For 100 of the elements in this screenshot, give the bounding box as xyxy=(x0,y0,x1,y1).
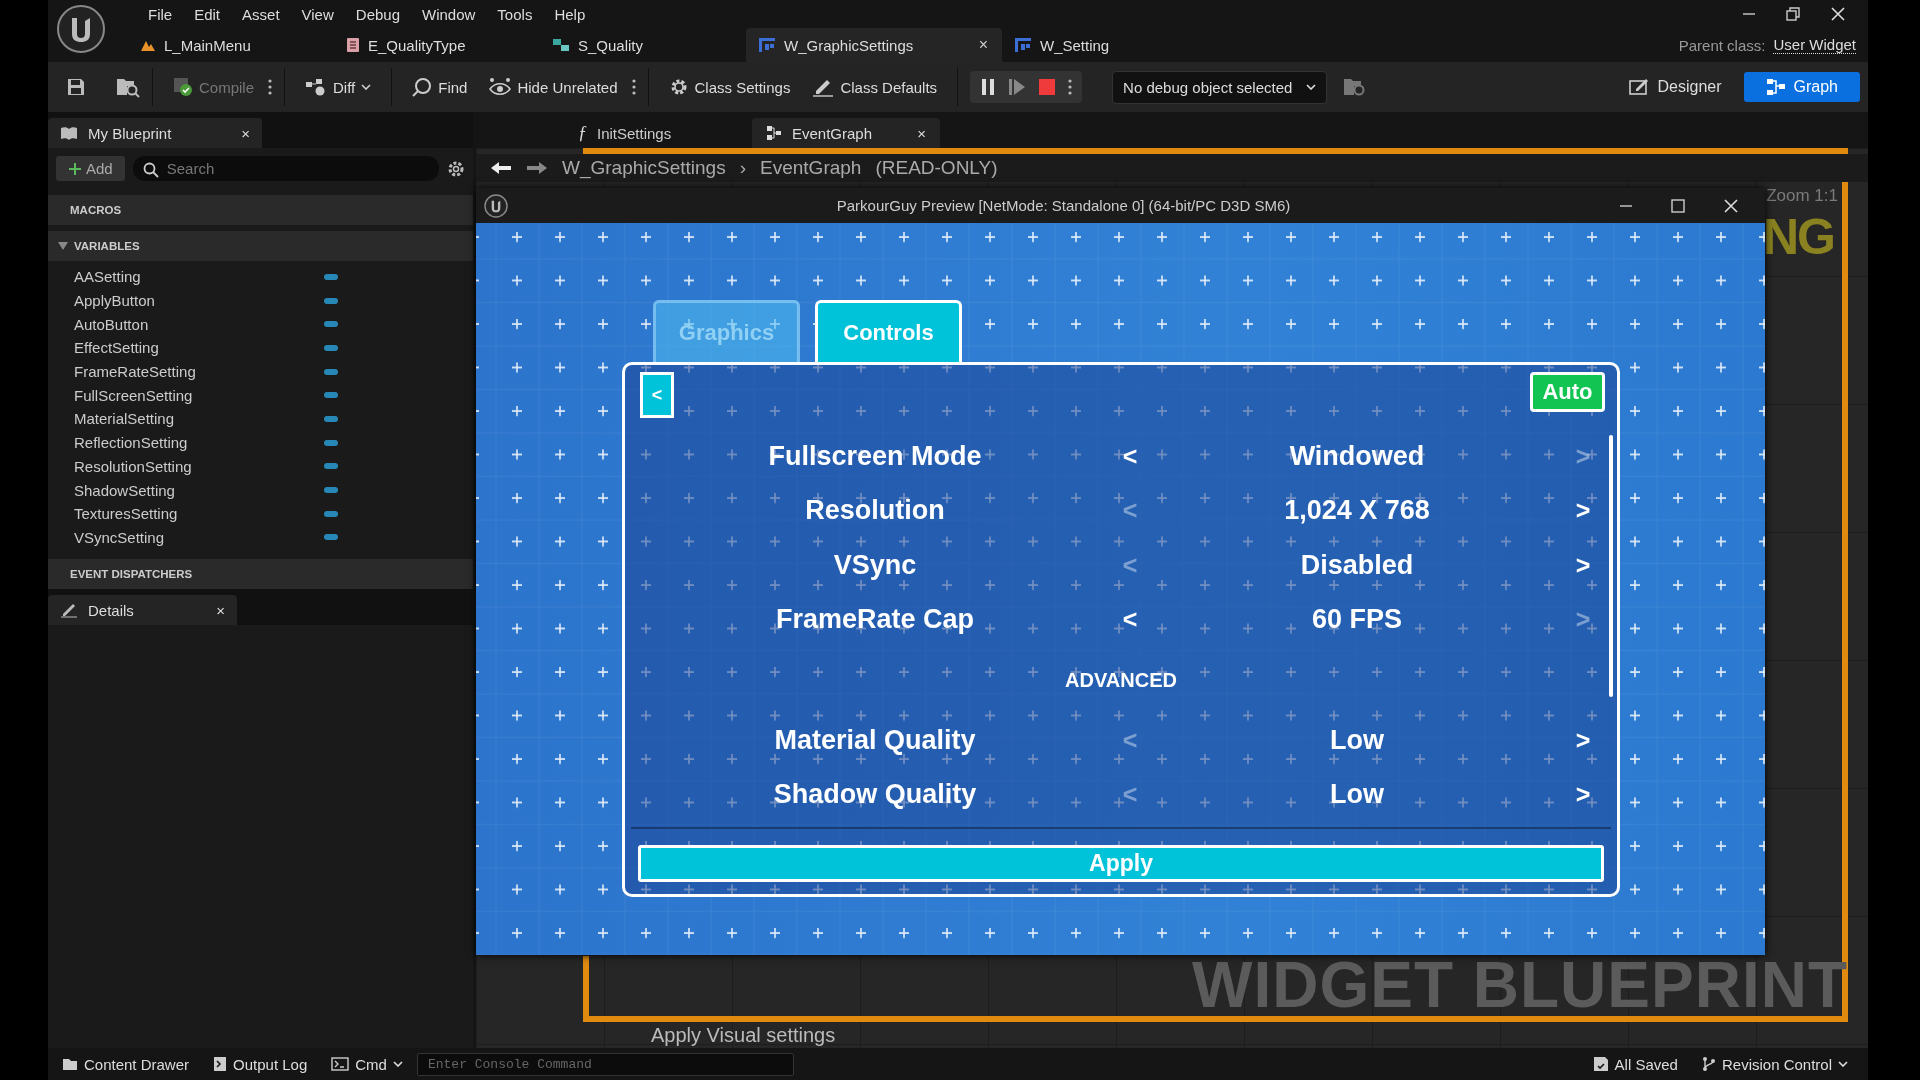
stop-icon[interactable] xyxy=(1038,78,1057,96)
zoom-label: Zoom 1:1 xyxy=(1766,186,1838,206)
parent-class-link[interactable]: User Widget xyxy=(1773,36,1856,54)
variable-item[interactable]: AASetting xyxy=(74,268,324,286)
variable-item[interactable]: AutoButton xyxy=(74,315,324,333)
variable-type-icon xyxy=(324,534,338,541)
graph-canvas[interactable] xyxy=(476,148,1868,1048)
menu-item[interactable]: File xyxy=(116,5,184,23)
variable-type-icon xyxy=(324,415,338,422)
read-only-label: (READ-ONLY) xyxy=(875,157,998,179)
class-defaults-button[interactable]: Class Defaults xyxy=(804,73,946,101)
variable-item[interactable]: ShadowSetting xyxy=(74,481,324,499)
save-status-button[interactable]: All Saved xyxy=(1582,1051,1688,1077)
variable-item[interactable]: MaterialSetting xyxy=(74,410,324,428)
setting-value: 60 FPS xyxy=(1310,604,1403,636)
document-tab[interactable]: W_GraphicSettings × xyxy=(746,28,1002,62)
revision-control-button[interactable]: Revision Control xyxy=(1691,1051,1858,1077)
menu-item[interactable]: View xyxy=(290,5,345,23)
graph-icon xyxy=(1765,78,1786,96)
terminal-icon xyxy=(331,1057,350,1071)
step-icon[interactable] xyxy=(1008,78,1027,96)
save-icon[interactable] xyxy=(66,77,86,97)
more-icon[interactable] xyxy=(631,79,636,95)
menu-item[interactable]: Debug xyxy=(344,5,411,23)
pause-icon[interactable] xyxy=(980,78,997,96)
setting-value: Disabled xyxy=(1299,549,1415,581)
search-field[interactable]: Search xyxy=(132,156,439,181)
mode-button[interactable]: Designer xyxy=(1611,71,1738,103)
variable-item[interactable]: FullScreenSetting xyxy=(74,386,324,404)
section-header[interactable]: VARIABLES xyxy=(48,231,473,261)
variable-type-icon xyxy=(324,463,338,470)
menu-item[interactable]: Window xyxy=(411,5,487,23)
console-input[interactable]: Enter Console Command xyxy=(416,1052,794,1076)
panel-tab[interactable]: My Blueprint × xyxy=(48,118,262,148)
section-header[interactable]: MACROS xyxy=(48,195,473,225)
hide-unrelated-button[interactable]: Hide Unrelated xyxy=(481,74,626,100)
settings-icon[interactable] xyxy=(447,159,465,178)
previous-button[interactable]: < xyxy=(1116,604,1144,636)
next-button[interactable]: > xyxy=(1569,779,1597,811)
document-tab[interactable]: E_QualityType xyxy=(334,28,540,62)
close-icon[interactable] xyxy=(1723,197,1739,214)
variable-type-icon xyxy=(324,510,338,517)
variable-item[interactable]: ApplyButton xyxy=(74,292,324,310)
breadcrumb-item[interactable]: W_GraphicSettings xyxy=(562,157,726,179)
close-icon[interactable] xyxy=(1830,6,1846,22)
document-tab[interactable]: W_Setting xyxy=(1002,28,1208,62)
maximize-icon[interactable] xyxy=(1671,198,1685,213)
menu-item[interactable]: Edit xyxy=(183,5,232,23)
close-tab-button[interactable]: × xyxy=(917,124,926,142)
document-tab[interactable]: L_MainMenu xyxy=(116,28,334,62)
more-icon[interactable] xyxy=(268,79,273,95)
graph-icon xyxy=(766,125,782,141)
menu-item[interactable]: Asset xyxy=(231,5,291,23)
comment-title[interactable]: Apply Visual settings xyxy=(651,1024,836,1046)
section-header[interactable]: EVENT DISPATCHERS xyxy=(48,559,473,590)
document-tab[interactable]: S_Quality xyxy=(540,28,746,62)
panel-tab[interactable]: Details × xyxy=(48,595,237,626)
close-tab-button[interactable]: × xyxy=(978,36,988,54)
content-drawer-button[interactable]: Content Drawer xyxy=(52,1051,200,1077)
class-settings-button[interactable]: Class Settings xyxy=(660,73,799,101)
more-icon[interactable] xyxy=(1068,79,1073,95)
variable-item[interactable]: ResolutionSetting xyxy=(74,457,324,475)
folder-search-icon[interactable] xyxy=(116,76,140,98)
engine-logo[interactable] xyxy=(56,4,106,54)
chevron-icon: › xyxy=(739,157,746,179)
function-icon: ƒ xyxy=(578,122,587,144)
next-button[interactable]: > xyxy=(1569,549,1597,581)
add-button[interactable]: Add xyxy=(56,156,125,181)
setting-value: 1,024 X 768 xyxy=(1283,495,1431,527)
variable-type-icon xyxy=(324,297,338,304)
variable-item[interactable]: FrameRateSetting xyxy=(74,363,324,381)
variable-item[interactable]: EffectSetting xyxy=(74,339,324,357)
variable-item[interactable]: TexturesSetting xyxy=(74,505,324,523)
caret-icon xyxy=(1838,1061,1848,1067)
output-log-button[interactable]: Output Log xyxy=(203,1051,318,1077)
restore-icon[interactable] xyxy=(1786,7,1800,21)
scrollbar[interactable] xyxy=(1609,435,1613,697)
previous-button[interactable]: < xyxy=(1116,440,1144,472)
graph-tab[interactable]: ƒ InitSettings xyxy=(564,118,712,148)
graph-corner-text: NG xyxy=(1763,210,1834,264)
widget-icon xyxy=(758,37,776,53)
drawer-icon xyxy=(62,1057,78,1071)
close-tab-button[interactable]: × xyxy=(216,601,225,619)
cmd-dropdown[interactable]: Cmd xyxy=(321,1051,413,1077)
parent-class-label: Parent class: xyxy=(1678,36,1766,54)
variable-item[interactable]: VSyncSetting xyxy=(74,528,324,546)
back-arrow-icon[interactable] xyxy=(490,161,512,175)
debug-object-dropdown[interactable]: No debug object selected xyxy=(1112,70,1328,104)
mode-button[interactable]: Graph xyxy=(1743,72,1860,102)
find-button[interactable]: Find xyxy=(404,73,476,101)
next-button[interactable]: > xyxy=(1569,724,1597,756)
diff-button[interactable]: Diff xyxy=(297,74,380,100)
menu-item[interactable]: Help xyxy=(543,5,597,23)
variable-item[interactable]: ReflectionSetting xyxy=(74,434,324,452)
menu-item[interactable]: Tools xyxy=(486,5,544,23)
breadcrumb-item[interactable]: EventGraph xyxy=(760,157,862,179)
forward-arrow-icon[interactable] xyxy=(526,161,548,175)
next-button[interactable]: > xyxy=(1569,495,1597,527)
graph-tab[interactable]: EventGraph × xyxy=(752,118,940,148)
close-tab-button[interactable]: × xyxy=(241,124,250,142)
